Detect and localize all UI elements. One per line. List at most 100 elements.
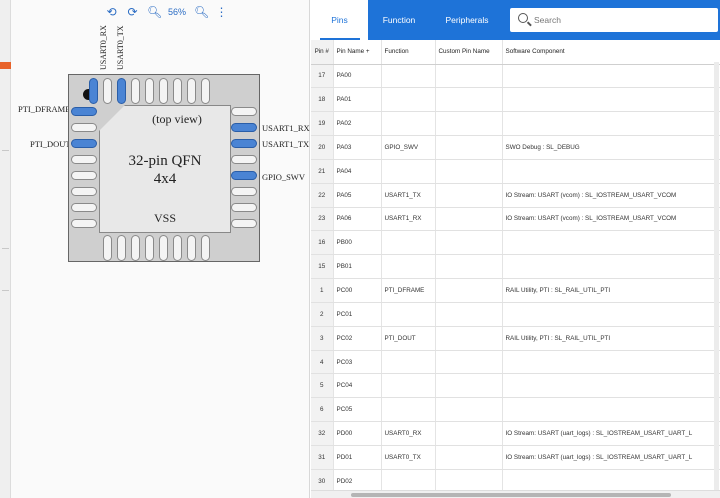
- table-row[interactable]: 18 PA01: [311, 87, 720, 113]
- chip-pin[interactable]: [89, 78, 98, 104]
- chip-pin[interactable]: [103, 78, 112, 104]
- column-function[interactable]: Function: [381, 40, 436, 65]
- chip-pin[interactable]: [159, 235, 168, 261]
- column-software-component[interactable]: Software Component: [502, 40, 720, 65]
- divider: [2, 248, 9, 249]
- chip-pin[interactable]: [187, 78, 196, 104]
- pin-name-cell: PC03: [333, 350, 382, 375]
- table-row[interactable]: 1 PC00 PTI_DFRAME RAIL Utility, PTI : SL_RA…: [311, 278, 720, 303]
- custom-pin-name-cell[interactable]: [435, 350, 503, 375]
- chip-pin[interactable]: [231, 187, 257, 196]
- function-cell: USART1_RX: [381, 207, 436, 232]
- custom-pin-name-cell[interactable]: [435, 278, 503, 303]
- custom-pin-name-cell[interactable]: [435, 445, 503, 470]
- function-cell: [381, 230, 436, 256]
- custom-pin-name-cell[interactable]: [435, 302, 503, 327]
- custom-pin-name-cell[interactable]: [435, 183, 503, 208]
- chip-pin[interactable]: [131, 235, 140, 261]
- vertical-scrollbar[interactable]: [714, 62, 719, 490]
- rotate-right-icon[interactable]: ⟳: [126, 5, 139, 19]
- chip-pin[interactable]: [71, 219, 97, 228]
- tab-function[interactable]: Function: [368, 0, 430, 40]
- function-cell: PTI_DOUT: [381, 326, 436, 351]
- table-row[interactable]: 32 PD00 USART0_RX IO Stream: USART (uart_lo…: [311, 421, 720, 446]
- chip-pin[interactable]: [71, 123, 97, 132]
- horizontal-scrollbar[interactable]: [311, 490, 720, 498]
- table-row[interactable]: 15 PB01: [311, 254, 720, 280]
- chip-pin[interactable]: [71, 187, 97, 196]
- search-input[interactable]: [534, 11, 710, 29]
- rotate-left-icon[interactable]: ⟲: [105, 5, 118, 19]
- custom-pin-name-cell[interactable]: [435, 469, 503, 490]
- zoom-level: 56%: [168, 7, 187, 17]
- custom-pin-name-cell[interactable]: [435, 397, 503, 423]
- table-row[interactable]: 20 PA03 GPIO_SWV SWO Debug : SL_DEBUG: [311, 135, 720, 160]
- chip-pin[interactable]: [103, 235, 112, 261]
- chip-pin[interactable]: [231, 155, 257, 164]
- custom-pin-name-cell[interactable]: [435, 326, 503, 351]
- custom-pin-name-cell[interactable]: [435, 111, 503, 137]
- function-cell: [381, 111, 436, 137]
- table-row[interactable]: 17 PA00: [311, 64, 720, 89]
- pin-table-pane: Pins Function Peripherals Pin #Pin Name: [311, 0, 720, 498]
- chip-pin[interactable]: [71, 155, 97, 164]
- chip-pin[interactable]: [145, 78, 154, 104]
- table-row[interactable]: 22 PA05 USART1_TX IO Stream: USART (vcom) :…: [311, 183, 720, 208]
- table-row[interactable]: 5 PC04: [311, 373, 720, 399]
- table-row[interactable]: 21 PA04: [311, 159, 720, 184]
- scrollbar-thumb[interactable]: [351, 493, 671, 497]
- zoom-out-icon[interactable]: 🔍︎: [147, 5, 162, 19]
- custom-pin-name-cell[interactable]: [435, 207, 503, 232]
- table-row[interactable]: 30 PD02: [311, 469, 720, 490]
- chip-pin[interactable]: [71, 171, 97, 180]
- custom-pin-name-cell[interactable]: [435, 159, 503, 184]
- custom-pin-name-cell[interactable]: [435, 87, 503, 113]
- chip-pin[interactable]: [173, 78, 182, 104]
- chip-pin[interactable]: [145, 235, 154, 261]
- function-cell: USART0_RX: [381, 421, 436, 446]
- chip-pin[interactable]: [71, 203, 97, 212]
- chip-pin[interactable]: [231, 219, 257, 228]
- table-row[interactable]: 4 PC03: [311, 350, 720, 375]
- signal-label-usart0-rx: USART0_RX: [99, 25, 108, 70]
- chip-pin[interactable]: [71, 107, 97, 116]
- chip-pin[interactable]: [231, 107, 257, 116]
- chip-pin[interactable]: [117, 235, 126, 261]
- column-custom-pin-name[interactable]: Custom Pin Name: [435, 40, 503, 65]
- tab-pins[interactable]: Pins: [311, 0, 368, 40]
- chip-pin[interactable]: [231, 123, 257, 132]
- chip-pin[interactable]: [231, 171, 257, 180]
- pin-diagram-pane: ⟲ ⟳ 🔍︎ 56% 🔍︎ ⋮ USART0_RX USART0_TX PTI_…: [0, 0, 310, 498]
- chip-pin[interactable]: [159, 78, 168, 104]
- chip-pin[interactable]: [71, 139, 97, 148]
- custom-pin-name-cell[interactable]: [435, 421, 503, 446]
- column-pin-number[interactable]: Pin #: [311, 40, 334, 65]
- zoom-in-icon[interactable]: 🔍︎: [194, 5, 209, 19]
- chip-pin[interactable]: [231, 203, 257, 212]
- search-box[interactable]: [510, 8, 718, 32]
- chip-pin[interactable]: [201, 235, 210, 261]
- chip-pin[interactable]: [131, 78, 140, 104]
- custom-pin-name-cell[interactable]: [435, 230, 503, 256]
- table-row[interactable]: 23 PA06 USART1_RX IO Stream: USART (vcom) :…: [311, 207, 720, 232]
- table-row[interactable]: 19 PA02: [311, 111, 720, 137]
- more-vertical-icon[interactable]: ⋮: [215, 5, 228, 19]
- chip-pin[interactable]: [201, 78, 210, 104]
- chip-pin[interactable]: [173, 235, 182, 261]
- custom-pin-name-cell[interactable]: [435, 373, 503, 399]
- software-component-cell: [502, 302, 720, 327]
- custom-pin-name-cell[interactable]: [435, 64, 503, 89]
- custom-pin-name-cell[interactable]: [435, 254, 503, 280]
- chip-pin[interactable]: [187, 235, 196, 261]
- column-pin-name[interactable]: Pin Name +: [333, 40, 382, 65]
- table-row[interactable]: 3 PC02 PTI_DOUT RAIL Utility, PTI : SL_RAIL…: [311, 326, 720, 351]
- chip-pin[interactable]: [231, 139, 257, 148]
- table-row[interactable]: 31 PD01 USART0_TX IO Stream: USART (uart_lo…: [311, 445, 720, 470]
- table-row[interactable]: 2 PC01: [311, 302, 720, 327]
- custom-pin-name-cell[interactable]: [435, 135, 503, 160]
- chip-pin[interactable]: [117, 78, 126, 104]
- tab-peripherals[interactable]: Peripherals: [430, 0, 504, 40]
- pin-name-cell: PC01: [333, 302, 382, 327]
- table-row[interactable]: 6 PC05: [311, 397, 720, 423]
- table-row[interactable]: 16 PB00: [311, 230, 720, 256]
